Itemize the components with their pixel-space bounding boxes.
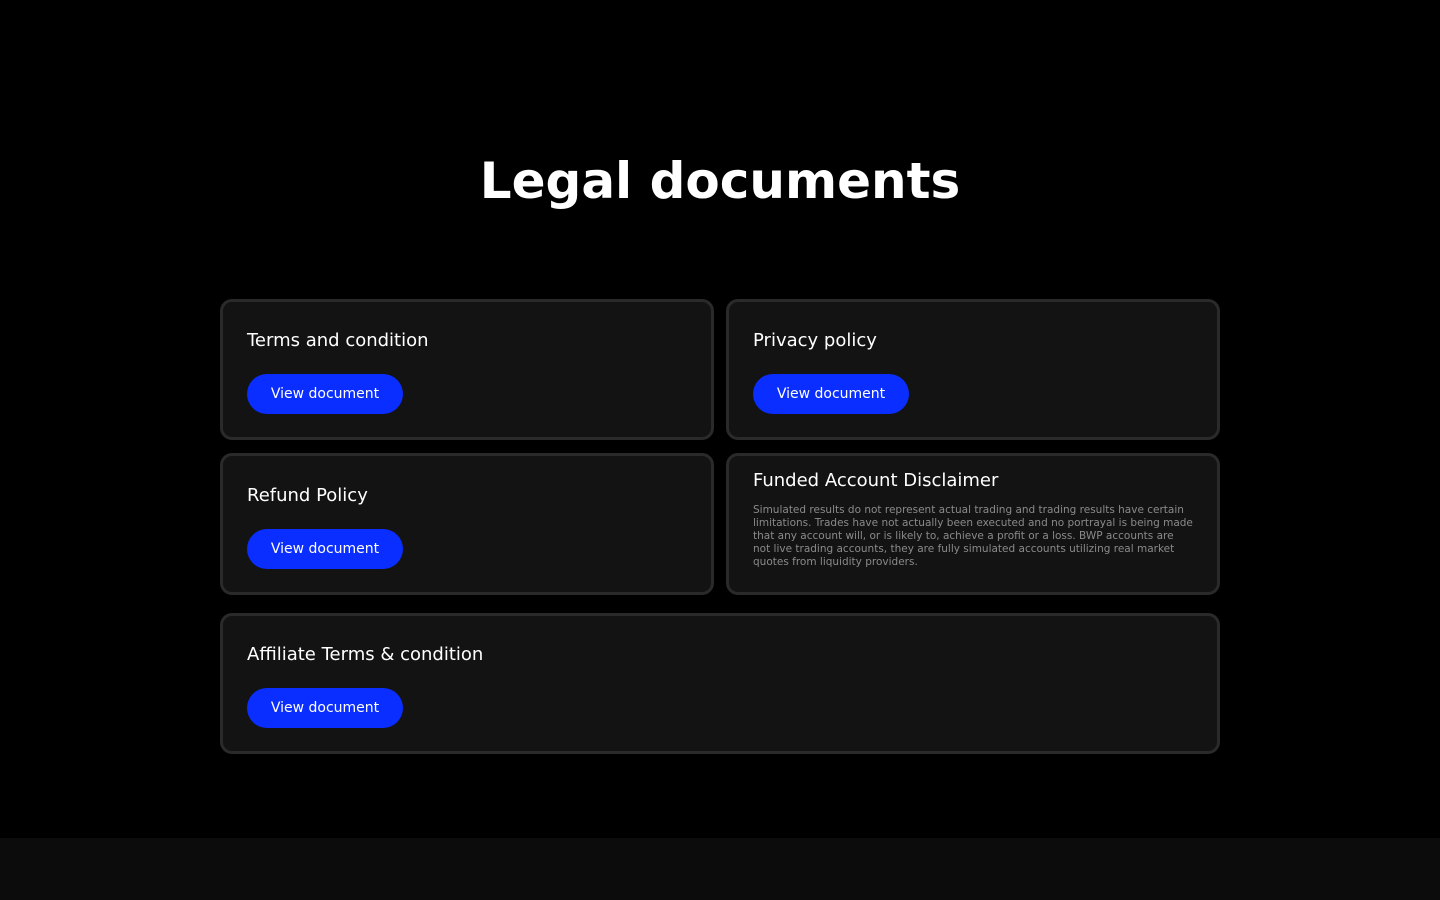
page-title: Legal documents [479,152,961,210]
legal-documents-page: Legal documents Terms and condition View… [0,0,1440,900]
disclaimer-text: Simulated results do not represent actua… [753,504,1193,568]
view-affiliate-document-button[interactable]: View document [247,688,403,728]
footer-bar [0,838,1440,900]
card-title: Privacy policy [753,330,877,351]
card-title: Affiliate Terms & condition [247,644,484,665]
view-terms-document-button[interactable]: View document [247,374,403,414]
funded-account-disclaimer-card: Funded Account Disclaimer Simulated resu… [726,453,1220,595]
card-title: Terms and condition [247,330,429,351]
card-title: Refund Policy [247,485,368,506]
view-refund-document-button[interactable]: View document [247,529,403,569]
view-privacy-document-button[interactable]: View document [753,374,909,414]
terms-and-condition-card: Terms and condition View document [220,299,714,440]
refund-policy-card: Refund Policy View document [220,453,714,595]
affiliate-terms-card: Affiliate Terms & condition View documen… [220,613,1220,754]
card-title: Funded Account Disclaimer [753,470,999,491]
privacy-policy-card: Privacy policy View document [726,299,1220,440]
